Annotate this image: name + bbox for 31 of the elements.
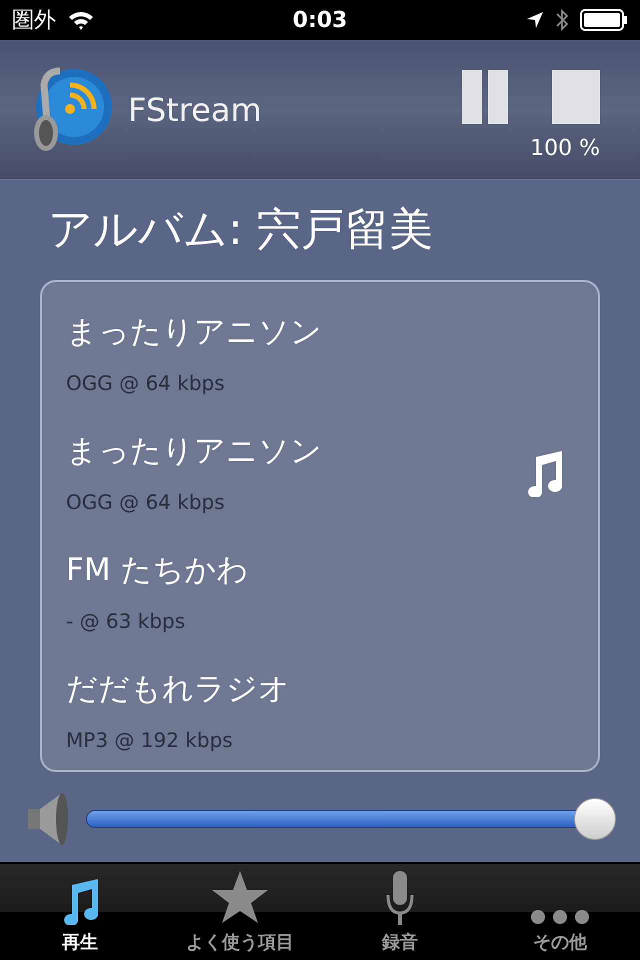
- microphone-icon: [385, 871, 415, 925]
- volume-slider[interactable]: [86, 798, 616, 840]
- station-name: だだもれラジオ: [66, 670, 290, 710]
- volume-percent-label: 100 %: [530, 135, 600, 163]
- station-name: FM たちかわ: [66, 551, 248, 590]
- location-arrow-icon: [526, 11, 544, 29]
- carrier-label: 圏外: [12, 6, 56, 34]
- station-format: MP3 @ 192 kbps: [66, 726, 234, 754]
- tab-item[interactable]: 録音: [320, 864, 480, 960]
- clock-label: 0:03: [292, 6, 348, 34]
- station-name: まったりアニソン: [66, 313, 322, 352]
- wifi-icon: [68, 10, 94, 30]
- app-title: FStream: [128, 90, 262, 130]
- star-icon: [210, 869, 270, 925]
- pause-button[interactable]: [462, 70, 508, 124]
- station-format: OGG @ 64 kbps: [66, 370, 226, 397]
- bluetooth-icon: [556, 8, 568, 32]
- station-item[interactable]: だだもれラジオ MP3 @ 192 kbps: [42, 651, 598, 770]
- tab-item[interactable]: よく使う項目: [160, 864, 320, 960]
- station-item[interactable]: まったりアニソン OGG @ 64 kbps: [42, 413, 598, 532]
- battery-icon: [580, 9, 628, 31]
- more-icon: [530, 909, 590, 925]
- station-item[interactable]: FM たちかわ - @ 63 kbps: [42, 532, 598, 651]
- now-playing-title: アルバム: 宍戸留美: [48, 203, 433, 257]
- station-format: OGG @ 64 kbps: [66, 488, 226, 516]
- tab-item[interactable]: その他: [480, 864, 640, 960]
- station-item[interactable]: まったりアニソン OGG @ 64 kbps: [42, 294, 598, 413]
- station-name: まったりアニソン: [66, 432, 322, 472]
- tab-item[interactable]: 再生: [0, 864, 160, 960]
- station-format: - @ 63 kbps: [66, 608, 186, 635]
- slider-thumb[interactable]: [574, 798, 616, 840]
